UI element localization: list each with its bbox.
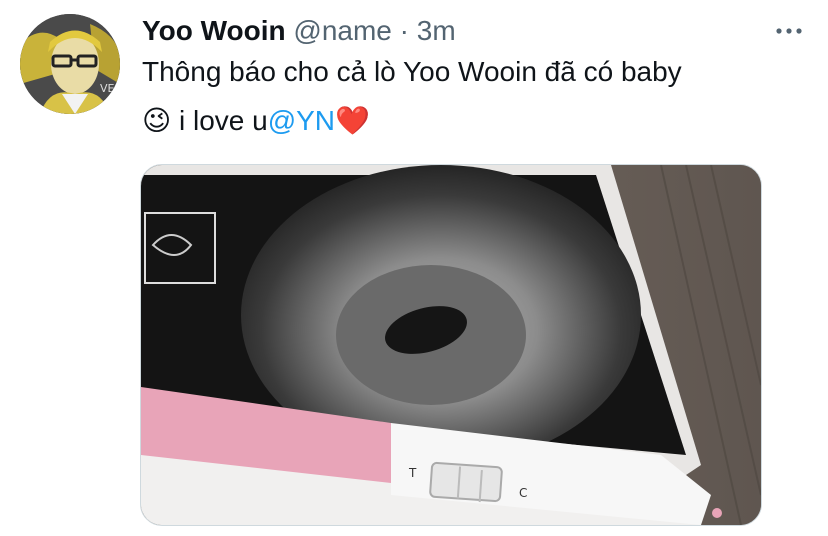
display-name[interactable]: Yoo Wooin	[142, 15, 286, 46]
tweet-media-photo[interactable]: T C	[140, 164, 762, 526]
wink-emoji: 😉	[142, 105, 172, 136]
avatar-illustration: VEN	[20, 14, 120, 114]
separator-dot: ·	[399, 15, 409, 46]
timestamp[interactable]: 3m	[417, 15, 456, 46]
svg-text:VEN: VEN	[100, 82, 120, 95]
more-horizontal-icon	[776, 28, 802, 34]
ultrasound-photo: T C	[141, 165, 761, 525]
heart-emoji: ❤️	[335, 105, 370, 136]
avatar[interactable]: VEN	[20, 14, 120, 114]
more-options-button[interactable]	[774, 24, 804, 38]
tweet-header: Yoo Wooin @name · 3m	[142, 14, 456, 48]
tweet-text-love: i love u	[171, 105, 268, 136]
tweet-text-line1: Thông báo cho cả lò Yoo Wooin đã có baby	[142, 56, 682, 87]
test-label-c: C	[519, 486, 527, 500]
tweet-text-line2: 😉 i love u@YN❤️	[142, 104, 370, 138]
user-handle[interactable]: @name	[293, 15, 391, 46]
test-label-t: T	[408, 466, 417, 480]
mention-link[interactable]: @YN	[268, 105, 335, 136]
